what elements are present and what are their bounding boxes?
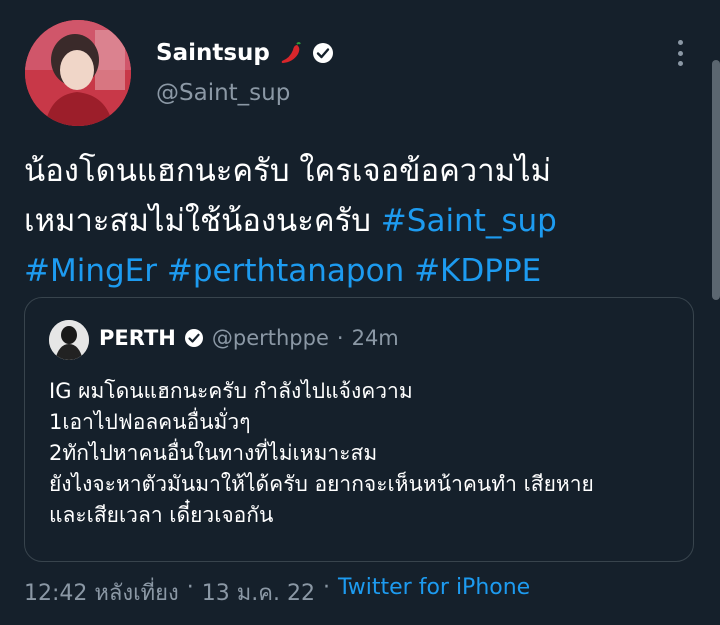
separator-dot: · — [322, 575, 330, 600]
tweet-text-segment — [404, 253, 414, 289]
tweet-line: น้องโดนแฮกนะครับ ใครเจอข้อความไม่ — [24, 146, 684, 196]
verified-badge-icon — [184, 328, 204, 348]
author-handle[interactable]: @Saint_sup — [156, 80, 290, 106]
separator-dot: · — [336, 326, 344, 350]
tweet-date[interactable]: 13 ม.ค. 22 — [202, 575, 315, 610]
quote-line: 2ทักไปหาคนอื่นในทางที่ไม่เหมาะสม — [49, 441, 378, 465]
scrollbar[interactable] — [712, 60, 720, 300]
tweet-line: #MingEr #perthtanapon #KDPPE — [24, 246, 684, 296]
hashtag-link[interactable]: #perthtanapon — [167, 253, 404, 289]
quote-timestamp[interactable]: 24m — [352, 326, 399, 350]
tweet-line: เหมาะสมไม่ใช้น้องนะครับ #Saint_sup — [24, 196, 684, 246]
verified-badge-icon — [312, 42, 334, 64]
tweet-text: น้องโดนแฮกนะครับ ใครเจอข้อความไม่ เหมาะส… — [24, 146, 684, 296]
quote-author-handle[interactable]: @perthppe — [212, 326, 329, 350]
quote-line: และเสียเวลา เดี๋ยวเจอกัน — [49, 503, 274, 527]
quote-author-name[interactable]: PERTH — [99, 326, 176, 350]
quote-line: IG ผมโดนแฮกนะครับ กำลังไปแจ้งความ — [49, 379, 413, 403]
tweet-text-segment: น้องโดนแฮกนะครับ ใครเจอข้อความไม่ — [24, 153, 552, 189]
tweet-source-link[interactable]: Twitter for iPhone — [338, 575, 530, 610]
quote-header: PERTH @perthppe · 24m — [99, 326, 399, 350]
more-options-icon[interactable] — [670, 40, 690, 66]
tweet-text-segment — [157, 253, 167, 289]
hashtag-link[interactable]: #MingEr — [24, 253, 157, 289]
author-name[interactable]: Saintsup — [156, 40, 270, 66]
quoted-tweet[interactable]: PERTH @perthppe · 24m IG ผมโดนแฮกนะครับ … — [24, 297, 694, 562]
tweet-time[interactable]: 12:42 หลังเที่ยง — [24, 575, 179, 610]
hashtag-link[interactable]: #Saint_sup — [381, 203, 557, 239]
tweet-meta: 12:42 หลังเที่ยง · 13 ม.ค. 22 · Twitter … — [24, 575, 530, 610]
hashtag-link[interactable]: #KDPPE — [414, 253, 541, 289]
quote-line: ยังไงจะหาตัวมันมาให้ได้ครับ อยากจะเห็นหน… — [49, 472, 594, 496]
quote-text: IG ผมโดนแฮกนะครับ กำลังไปแจ้งความ 1เอาไป… — [49, 376, 679, 531]
quote-avatar[interactable] — [49, 320, 89, 360]
quote-line: 1เอาไปฟอลคนอื่นมั่วๆ — [49, 410, 251, 434]
author-name-row[interactable]: Saintsup — [156, 40, 334, 66]
author-avatar[interactable] — [25, 20, 131, 126]
chili-pepper-icon — [278, 40, 304, 66]
tweet-text-segment: เหมาะสมไม่ใช้น้องนะครับ — [24, 203, 381, 239]
separator-dot: · — [186, 575, 194, 600]
